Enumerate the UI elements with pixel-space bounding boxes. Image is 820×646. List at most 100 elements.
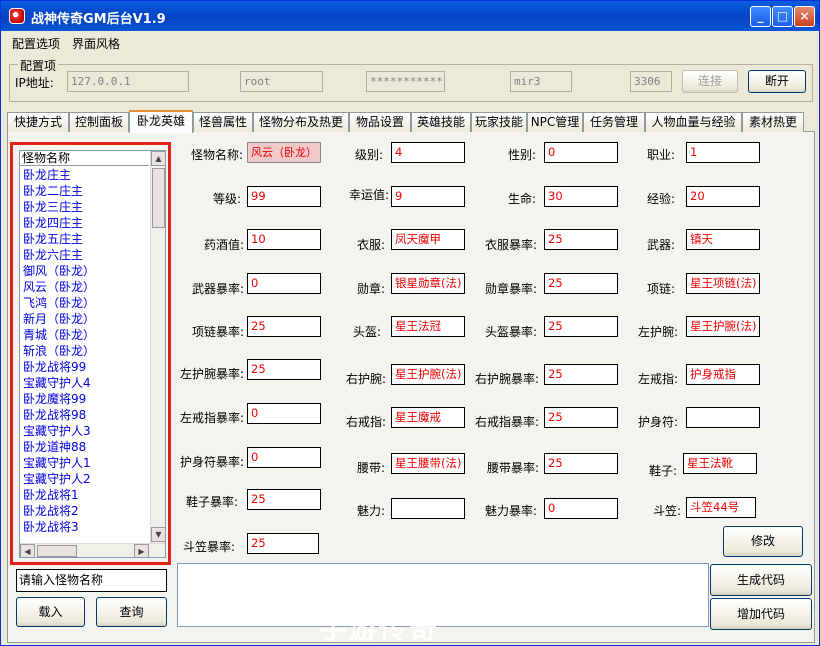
- hp-field[interactable]: 30: [544, 186, 618, 207]
- left-bracelet-rate-field[interactable]: 25: [247, 359, 321, 380]
- password-field[interactable]: ************: [366, 71, 445, 92]
- hat-rate-field[interactable]: 25: [247, 533, 319, 554]
- left-ring-rate-field[interactable]: 0: [247, 403, 321, 424]
- right-bracelet-field[interactable]: 星王护腕(法): [391, 364, 465, 385]
- right-bracelet-rate-field[interactable]: 25: [544, 364, 618, 385]
- medal-field[interactable]: 银星勋章(法): [391, 273, 465, 294]
- necklace-field[interactable]: 星王项链(法): [686, 273, 760, 294]
- right-ring-rate-field[interactable]: 25: [544, 407, 618, 428]
- helmet-rate-field[interactable]: 25: [544, 316, 618, 337]
- shoes-rate-field[interactable]: 25: [247, 489, 321, 510]
- close-button[interactable]: ×: [794, 6, 815, 27]
- list-item[interactable]: 卧龙战将3: [23, 519, 79, 535]
- amulet-rate-field[interactable]: 0: [247, 447, 321, 468]
- tab-player-skills[interactable]: 玩家技能: [471, 112, 527, 132]
- scroll-right-icon[interactable]: ▶: [134, 544, 149, 557]
- list-item[interactable]: 卧龙五庄主: [23, 231, 83, 247]
- scroll-down-icon[interactable]: ▼: [151, 527, 165, 542]
- modify-button[interactable]: 修改: [723, 526, 803, 557]
- tab-item-settings[interactable]: 物品设置: [349, 112, 411, 132]
- tab-npc-management[interactable]: NPC管理: [527, 112, 583, 132]
- list-item[interactable]: 斩浪（卧龙）: [23, 343, 95, 359]
- tab-monster-attributes[interactable]: 怪兽属性: [193, 112, 253, 132]
- tab-asset-hotupdate[interactable]: 素材热更: [742, 112, 804, 132]
- list-item[interactable]: 卧龙道神88: [23, 439, 86, 455]
- code-output-textarea[interactable]: [177, 563, 709, 627]
- list-item[interactable]: 飞鸿（卧龙）: [23, 295, 95, 311]
- tab-hero-skills[interactable]: 英雄技能: [411, 112, 471, 132]
- list-item[interactable]: 卧龙二庄主: [23, 183, 83, 199]
- tab-monster-distribution[interactable]: 怪物分布及热更: [253, 112, 349, 132]
- list-item[interactable]: 卧龙三庄主: [23, 199, 83, 215]
- monster-search-input[interactable]: 请输入怪物名称: [16, 569, 167, 592]
- level-field[interactable]: 99: [247, 186, 321, 207]
- name-field[interactable]: 风云（卧龙）: [247, 142, 321, 163]
- left-bracelet-field[interactable]: 星王护腕(法): [686, 316, 760, 337]
- luck-field[interactable]: 9: [391, 186, 465, 207]
- query-button[interactable]: 查询: [96, 597, 167, 627]
- port-field[interactable]: 3306: [630, 71, 672, 92]
- menu-config-options[interactable]: 配置选项: [12, 35, 60, 52]
- belt-rate-field[interactable]: 25: [544, 453, 618, 474]
- list-item[interactable]: 卧龙四庄主: [23, 215, 83, 231]
- left-ring-field[interactable]: 护身戒指: [686, 364, 760, 385]
- tab-shortcuts[interactable]: 快捷方式: [7, 112, 69, 132]
- add-code-button[interactable]: 增加代码: [710, 598, 812, 630]
- connect-button[interactable]: 连接: [682, 70, 738, 93]
- monster-listbox[interactable]: 怪物名称 卧龙庄主 卧龙二庄主 卧龙三庄主 卧龙四庄主 卧龙五庄主 卧龙六庄主 …: [19, 150, 166, 558]
- list-item[interactable]: 宝藏守护人2: [23, 471, 91, 487]
- gender-field[interactable]: 0: [544, 142, 618, 163]
- medal-rate-field[interactable]: 25: [544, 273, 618, 294]
- load-button[interactable]: 载入: [16, 597, 85, 627]
- level-tier-field[interactable]: 4: [391, 142, 465, 163]
- list-horizontal-scrollbar[interactable]: ◀ ▶: [20, 543, 165, 557]
- scroll-thumb[interactable]: [152, 168, 165, 228]
- user-field[interactable]: root: [240, 71, 323, 92]
- generate-code-button[interactable]: 生成代码: [710, 564, 812, 596]
- charm-rate-field[interactable]: 0: [544, 498, 618, 519]
- list-item[interactable]: 御风（卧龙）: [23, 263, 95, 279]
- weapon-field[interactable]: 镇天: [686, 229, 760, 250]
- list-item[interactable]: 宝藏守护人3: [23, 423, 91, 439]
- menu-interface-style[interactable]: 界面风格: [72, 35, 120, 52]
- list-item[interactable]: 卧龙战将98: [23, 407, 86, 423]
- list-item[interactable]: 卧龙魔将99: [23, 391, 86, 407]
- tab-wolong-hero[interactable]: 卧龙英雄: [129, 110, 193, 133]
- job-field[interactable]: 1: [686, 142, 760, 163]
- amulet-field[interactable]: [686, 407, 760, 428]
- list-item[interactable]: 宝藏守护人4: [23, 375, 91, 391]
- list-item[interactable]: 卧龙战将99: [23, 359, 86, 375]
- list-item[interactable]: 卧龙庄主: [23, 167, 71, 183]
- list-item[interactable]: 青城（卧龙）: [23, 327, 95, 343]
- shoes-field[interactable]: 星王法靴: [683, 453, 757, 474]
- list-item[interactable]: 卧龙战将2: [23, 503, 79, 519]
- tab-control-panel[interactable]: 控制面板: [69, 112, 129, 132]
- list-vertical-scrollbar[interactable]: ▲ ▼: [150, 151, 165, 543]
- ip-field[interactable]: 127.0.0.1: [67, 71, 189, 92]
- list-item[interactable]: 宝藏守护人1: [23, 455, 91, 471]
- charm-field[interactable]: [391, 498, 465, 519]
- clothes-field[interactable]: 凤天魔甲: [391, 229, 465, 250]
- weapon-rate-field[interactable]: 0: [247, 273, 321, 294]
- title-bar[interactable]: 战神传奇GM后台V1.9 _ □ ×: [1, 1, 819, 31]
- belt-field[interactable]: 星王腰带(法): [391, 453, 465, 474]
- necklace-rate-field[interactable]: 25: [247, 316, 321, 337]
- tab-hp-exp[interactable]: 人物血量与经验: [645, 112, 742, 132]
- clothes-rate-field[interactable]: 25: [544, 229, 618, 250]
- potion-field[interactable]: 10: [247, 229, 321, 250]
- hat-field[interactable]: 斗笠44号: [686, 497, 756, 518]
- list-item[interactable]: 风云（卧龙）: [23, 279, 95, 295]
- list-item[interactable]: 卧龙六庄主: [23, 247, 83, 263]
- list-item[interactable]: 卧龙战将1: [23, 487, 79, 503]
- disconnect-button[interactable]: 断开: [748, 70, 806, 93]
- right-ring-field[interactable]: 星王魔戒: [391, 407, 465, 428]
- list-header[interactable]: 怪物名称: [20, 151, 149, 166]
- helmet-field[interactable]: 星王法冠: [391, 316, 465, 337]
- exp-field[interactable]: 20: [686, 186, 760, 207]
- database-field[interactable]: mir3: [510, 71, 572, 92]
- tab-task-management[interactable]: 任务管理: [583, 112, 645, 132]
- scroll-left-icon[interactable]: ◀: [20, 544, 35, 557]
- scroll-up-icon[interactable]: ▲: [151, 151, 165, 166]
- maximize-button[interactable]: □: [772, 6, 793, 27]
- minimize-button[interactable]: _: [750, 6, 771, 27]
